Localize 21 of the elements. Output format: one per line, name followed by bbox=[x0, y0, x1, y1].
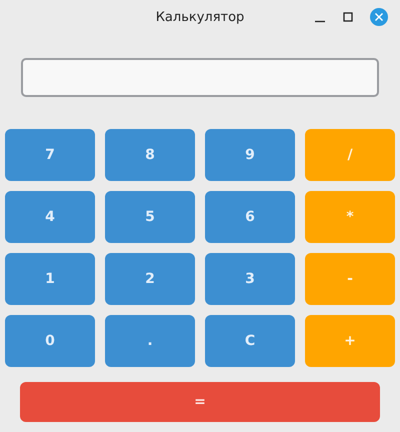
maximize-icon[interactable] bbox=[342, 11, 354, 23]
calculator-key[interactable]: 9 bbox=[205, 129, 295, 181]
calculator-key[interactable]: 1 bbox=[5, 253, 95, 305]
window-title: Калькулятор bbox=[156, 10, 244, 24]
calculator-key[interactable]: 5 bbox=[105, 191, 195, 243]
calculator-key[interactable]: 0 bbox=[5, 315, 95, 367]
calculator-key[interactable]: - bbox=[305, 253, 395, 305]
calculator-key[interactable]: + bbox=[305, 315, 395, 367]
calculator-key[interactable]: 3 bbox=[205, 253, 295, 305]
calculator-key[interactable]: 4 bbox=[5, 191, 95, 243]
calculator-key[interactable]: 2 bbox=[105, 253, 195, 305]
calculator-key[interactable]: * bbox=[305, 191, 395, 243]
calculator-key[interactable]: 8 bbox=[105, 129, 195, 181]
calculator-key[interactable]: / bbox=[305, 129, 395, 181]
calculator-key[interactable]: 7 bbox=[5, 129, 95, 181]
equals-button[interactable]: = bbox=[20, 382, 380, 422]
display-field[interactable] bbox=[21, 58, 379, 97]
calculator-key[interactable]: 6 bbox=[205, 191, 295, 243]
close-icon[interactable] bbox=[370, 8, 388, 26]
calculator-key[interactable]: . bbox=[105, 315, 195, 367]
calculator-key[interactable]: C bbox=[205, 315, 295, 367]
